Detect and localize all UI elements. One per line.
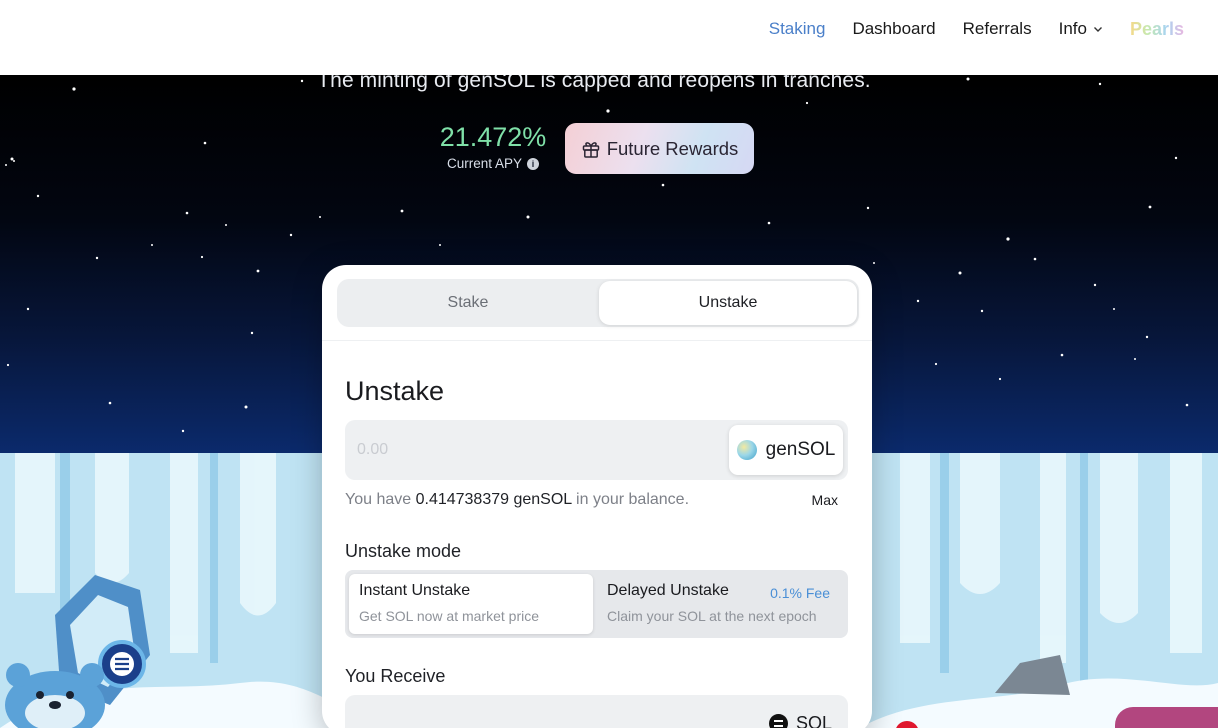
balance-text: You have 0.414738379 genSOL in your bala… [345,491,689,509]
tab-stake[interactable]: Stake [339,281,597,325]
token-selector[interactable]: genSOL [729,425,843,475]
balance-prefix: You have [345,491,412,508]
nav-item-label: Referrals [962,19,1032,38]
receive-token: SOL [768,713,832,728]
nav-menu: Staking Dashboard Referrals Info Pearls [769,18,1184,40]
nav-item-label: Info [1058,19,1087,38]
apy-label-text: Current APY [446,156,523,171]
delayed-unstake-option[interactable]: Delayed Unstake Claim your SOL at the ne… [597,574,844,634]
info-icon[interactable]: i [527,157,540,170]
option-title: Instant Unstake [359,582,471,599]
tab-unstake[interactable]: Unstake [599,281,857,325]
otter-mascot-illustration [5,575,150,728]
nav-item-pearls[interactable]: Pearls [1130,18,1184,40]
amount-input[interactable] [357,437,697,463]
nav-item-label: Staking [768,19,826,38]
receive-field: SOL [345,695,848,728]
balance-amount: 0.414738379 genSOL [415,491,572,508]
token-label: genSOL [765,439,836,460]
unstake-mode-label: Unstake mode [345,541,462,561]
top-navigation-bar: Staking Dashboard Referrals Info Pearls [0,0,1218,75]
hero-tagline: The minting of genSOL is capped and reop… [317,75,871,92]
gift-icon [582,141,599,158]
future-rewards-label: Future Rewards [606,137,739,159]
apy-caption: Current APY i [437,156,549,171]
nav-item-dashboard[interactable]: Dashboard [852,18,935,40]
stake-unstake-card: Stake Unstake Unstake genSOL You have 0.… [322,265,872,728]
floating-corner-button[interactable] [1115,707,1218,728]
card-title: Unstake [345,376,445,406]
max-button[interactable]: Max [812,492,838,508]
nav-item-referrals[interactable]: Referrals [963,18,1032,40]
nav-item-info[interactable]: Info [1059,18,1103,40]
receive-token-label: SOL [795,713,832,728]
instant-unstake-option[interactable]: Instant Unstake Get SOL now at market pr… [349,574,593,634]
future-rewards-button[interactable]: Future Rewards [565,123,754,174]
unstake-mode-selector: Instant Unstake Get SOL now at market pr… [345,570,848,638]
you-receive-label: You Receive [345,666,446,686]
fee-badge: 0.1% Fee [770,585,830,601]
hero-section: The minting of genSOL is capped and reop… [0,75,1218,728]
sol-token-icon [768,714,788,728]
balance-suffix: in your balance. [576,491,690,508]
nav-item-staking[interactable]: Staking [769,18,826,40]
option-subtitle: Claim your SOL at the next epoch [607,608,817,624]
amount-field: genSOL [345,420,848,480]
chevron-down-icon [1093,27,1102,32]
option-subtitle: Get SOL now at market price [359,608,539,624]
nav-item-label: Dashboard [852,19,936,38]
tab-bar: Stake Unstake [337,279,859,327]
gensol-token-icon [736,440,757,460]
tab-divider [322,340,872,341]
apy-value: 21.472% [439,122,547,152]
